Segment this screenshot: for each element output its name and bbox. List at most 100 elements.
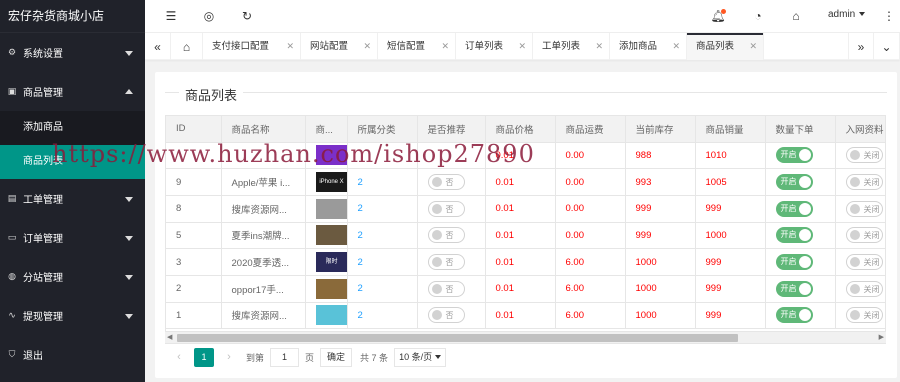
cell-id: 2 — [166, 275, 222, 303]
close-icon[interactable]: ✕ — [749, 33, 757, 60]
sidebar-item-sites[interactable]: ◍ 分站管理 — [0, 257, 145, 296]
network-info-switch[interactable]: 关闭 — [845, 174, 883, 191]
cell-product-name: 搜库资源网... — [221, 195, 306, 223]
dashboard-icon[interactable]: ◔ — [750, 8, 766, 24]
scroll-right-arrow-icon[interactable]: ▶ — [879, 333, 884, 341]
product-thumbnail[interactable] — [315, 198, 346, 219]
recommend-switch[interactable]: 否 — [427, 280, 465, 297]
close-icon[interactable]: ✕ — [441, 33, 449, 60]
cell-id: 8 — [166, 195, 222, 223]
cell-shipping: 0.00 — [555, 195, 626, 223]
column-header[interactable]: 商... — [305, 116, 348, 143]
network-info-switch[interactable]: 关闭 — [845, 227, 883, 244]
recommend-switch[interactable]: 否 — [427, 227, 465, 244]
tabs-scroll-right-icon[interactable]: » — [848, 33, 874, 60]
tab-sms-config[interactable]: 短信配置 ✕ — [378, 33, 456, 60]
column-header[interactable]: 当前库存 — [625, 116, 696, 143]
recommend-switch[interactable]: 否 — [427, 174, 465, 191]
sidebar-item-tickets[interactable]: ▤ 工单管理 — [0, 179, 145, 218]
close-icon[interactable]: ✕ — [363, 33, 371, 60]
refresh-icon[interactable]: ↻ — [239, 8, 255, 24]
pager-size-select[interactable]: 10 条/页 — [394, 347, 447, 367]
qty-order-switch[interactable]: 开启 — [775, 174, 813, 191]
sidebar-item-label: 工单管理 — [23, 195, 63, 206]
product-thumbnail[interactable] — [315, 278, 346, 299]
product-thumbnail[interactable]: iPhone X — [315, 172, 346, 193]
column-header[interactable]: 商品销量 — [695, 116, 766, 143]
logout-icon: ⛉ — [8, 349, 16, 359]
tab-home-icon[interactable]: ⌂ — [171, 33, 203, 60]
close-icon[interactable]: ✕ — [672, 33, 680, 60]
network-info-switch[interactable]: 关闭 — [845, 147, 883, 164]
pager-next-button[interactable]: › — [220, 351, 238, 363]
qty-order-switch[interactable]: 开启 — [775, 280, 813, 297]
column-header[interactable]: 商品名称 — [221, 116, 306, 143]
more-icon[interactable]: ⋮ — [881, 8, 897, 24]
tab-order-list[interactable]: 订单列表 ✕ — [456, 33, 533, 60]
qty-order-switch[interactable]: 开启 — [775, 147, 813, 164]
recommend-switch[interactable]: 否 — [427, 307, 465, 324]
pager-current-page[interactable]: 1 — [194, 347, 214, 367]
pager-goto-input[interactable] — [270, 347, 300, 367]
product-thumbnail[interactable] — [315, 225, 346, 246]
tab-site-config[interactable]: 网站配置 ✕ — [301, 33, 378, 60]
close-icon[interactable]: ✕ — [286, 33, 294, 60]
qty-order-switch[interactable]: 开启 — [775, 307, 813, 324]
globe-icon[interactable]: ◎ — [201, 8, 217, 24]
qty-order-switch[interactable]: 开启 — [775, 227, 813, 244]
tab-label: 工单列表 — [542, 41, 581, 52]
tab-product-list[interactable]: 商品列表 ✕ — [687, 33, 764, 60]
sidebar-item-logout[interactable]: ⛉ 退出 — [0, 335, 145, 374]
menu-collapse-icon[interactable]: ☰ — [163, 8, 179, 24]
tab-ticket-list[interactable]: 工单列表 ✕ — [533, 33, 610, 60]
cell-price: 0.01 — [485, 248, 556, 276]
table-row: 8 搜库资源网... 2 否 0.01 0.00 999 999 开启 关闭 — [166, 195, 885, 223]
sidebar-item-products[interactable]: ▣ 商品管理 — [0, 72, 145, 111]
product-thumbnail[interactable] — [315, 305, 346, 326]
cell-stock: 988 — [625, 142, 696, 170]
cell-category: 2 — [347, 222, 418, 250]
cell-thumbnail: iPhone X — [305, 168, 348, 196]
close-icon[interactable]: ✕ — [518, 33, 526, 60]
network-info-switch[interactable]: 关闭 — [845, 200, 883, 217]
column-header[interactable]: 数量下单 — [765, 116, 836, 143]
cell-product-name: 搜库资源网... — [221, 302, 306, 330]
sidebar-item-system[interactable]: ⚙ 系统设置 — [0, 33, 145, 72]
horizontal-scrollbar[interactable]: ◀ ▶ — [165, 331, 886, 343]
scroll-left-arrow-icon[interactable]: ◀ — [167, 333, 172, 341]
cell-product-name: Apple/苹果 i... — [221, 168, 306, 196]
bell-icon[interactable]: 🔔︎ — [710, 8, 726, 24]
network-info-switch[interactable]: 关闭 — [845, 280, 883, 297]
cell-price: 0.01 — [485, 302, 556, 330]
tabs-scroll-left-icon[interactable]: « — [145, 33, 171, 60]
cell-sales: 999 — [695, 248, 766, 276]
pager-prev-button[interactable]: ‹ — [170, 351, 188, 363]
pager-confirm-button[interactable]: 确定 — [320, 347, 353, 367]
pager-goto-label: 到第 — [246, 352, 265, 363]
column-header[interactable]: 所属分类 — [347, 116, 418, 143]
cell-category: 2 — [347, 168, 418, 196]
user-menu[interactable]: admin — [828, 9, 866, 20]
column-header[interactable]: 是否推荐 — [417, 116, 486, 143]
cell-qty-order: 开启 — [765, 142, 836, 170]
qty-order-switch[interactable]: 开启 — [775, 254, 813, 271]
chevron-up-icon — [125, 88, 133, 94]
column-header[interactable]: 商品价格 — [485, 116, 556, 143]
network-info-switch[interactable]: 关闭 — [845, 307, 883, 324]
qty-order-switch[interactable]: 开启 — [775, 200, 813, 217]
tab-add-product[interactable]: 添加商品 ✕ — [610, 33, 687, 60]
network-info-switch[interactable]: 关闭 — [845, 254, 883, 271]
recommend-switch[interactable]: 否 — [427, 254, 465, 271]
sidebar-item-orders[interactable]: ▭ 订单管理 — [0, 218, 145, 257]
product-thumbnail[interactable]: 限时 — [315, 252, 346, 273]
tab-payment-config[interactable]: 支付接口配置 ✕ — [203, 33, 301, 60]
recommend-switch[interactable]: 否 — [427, 200, 465, 217]
sidebar-item-withdraw[interactable]: ∿ 提现管理 — [0, 296, 145, 335]
close-icon[interactable]: ✕ — [595, 33, 603, 60]
tag-icon[interactable]: ⌂ — [788, 8, 804, 24]
tabs-menu-chevron-icon[interactable]: ⌄ — [874, 33, 900, 60]
column-header[interactable]: 入网资料 — [835, 116, 885, 143]
column-header[interactable]: ID — [166, 116, 222, 143]
column-header[interactable]: 商品运费 — [555, 116, 626, 143]
scrollbar-thumb[interactable] — [177, 334, 738, 342]
